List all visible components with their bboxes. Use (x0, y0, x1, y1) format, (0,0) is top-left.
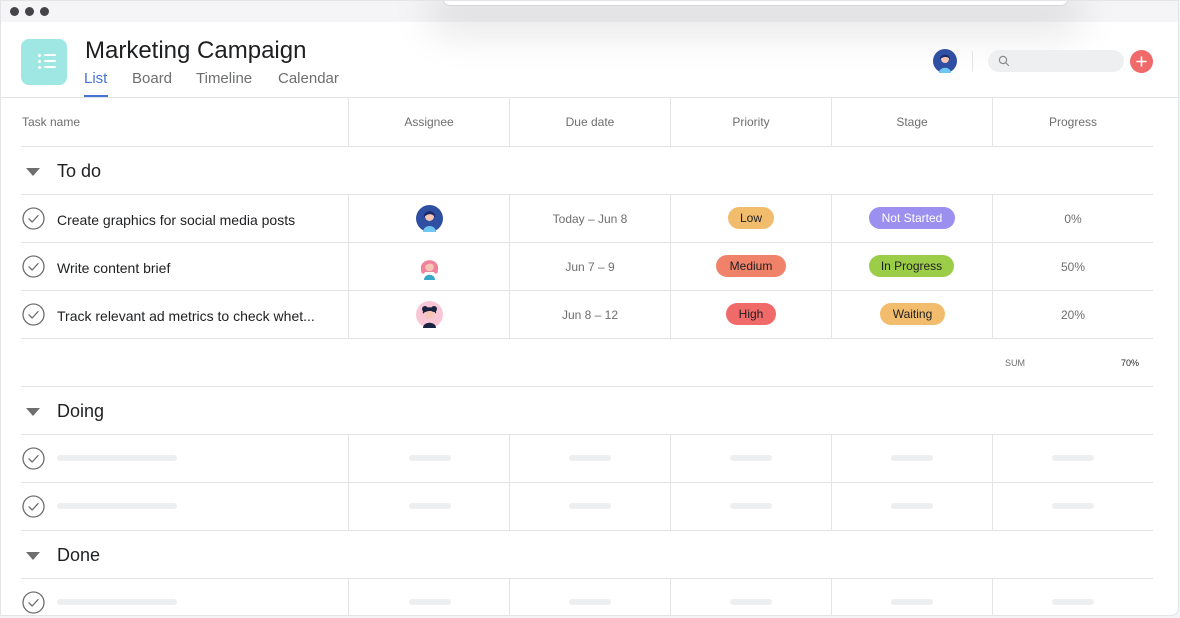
check-circle-icon[interactable] (22, 255, 45, 278)
column-progress[interactable]: Progress (993, 115, 1153, 129)
task-name[interactable]: Track relevant ad metrics to check whet.… (57, 308, 315, 324)
progress-value[interactable]: 0% (993, 212, 1153, 226)
search-icon (998, 55, 1010, 67)
caret-down-icon[interactable] (26, 408, 40, 416)
task-name[interactable]: Write content brief (57, 260, 170, 276)
priority-badge[interactable]: High (726, 303, 776, 325)
due-date[interactable]: Jun 7 – 9 (510, 260, 670, 274)
page-title: Marketing Campaign (85, 37, 307, 64)
tab-list[interactable]: List (84, 70, 107, 87)
section-title-doing[interactable]: Doing (57, 401, 104, 422)
window-close-dot[interactable] (10, 7, 19, 16)
progress-value[interactable]: 50% (993, 260, 1153, 274)
column-header-border (21, 146, 1153, 147)
plus-icon (1136, 56, 1147, 67)
assignee-avatar[interactable] (416, 301, 443, 328)
summary-label: SUM (1005, 358, 1025, 368)
check-circle-icon[interactable] (22, 495, 45, 518)
column-task-name[interactable]: Task name (22, 115, 80, 129)
caret-down-icon[interactable] (26, 168, 40, 176)
stage-badge[interactable]: Waiting (880, 303, 945, 325)
app-window: Marketing Campaign List Board Timeline C… (0, 0, 1179, 616)
tab-calendar[interactable]: Calendar (278, 70, 339, 87)
project-list-icon (21, 39, 67, 85)
check-circle-icon[interactable] (22, 591, 45, 614)
check-circle-icon[interactable] (22, 303, 45, 326)
column-priority[interactable]: Priority (671, 115, 831, 129)
priority-badge[interactable]: Low (728, 207, 774, 229)
task-name[interactable]: Create graphics for social media posts (57, 212, 295, 228)
due-date[interactable]: Jun 8 – 12 (510, 308, 670, 322)
section-title-todo[interactable]: To do (57, 161, 101, 182)
header-bottom-border (1, 97, 1178, 98)
stage-badge[interactable]: In Progress (869, 255, 954, 277)
user-avatar[interactable] (933, 49, 957, 73)
assignee-avatar[interactable] (416, 205, 443, 232)
check-circle-icon[interactable] (22, 447, 45, 470)
tab-timeline[interactable]: Timeline (196, 70, 252, 87)
due-date[interactable]: Today – Jun 8 (510, 212, 670, 226)
stage-badge[interactable]: Not Started (869, 207, 955, 229)
section-title-done[interactable]: Done (57, 545, 100, 566)
overlay-popup (442, 1, 1069, 6)
column-stage[interactable]: Stage (832, 115, 992, 129)
window-minimize-dot[interactable] (25, 7, 34, 16)
assignee-avatar[interactable] (416, 253, 443, 280)
column-due-date[interactable]: Due date (510, 115, 670, 129)
search-input[interactable] (1014, 52, 1118, 70)
tab-board[interactable]: Board (132, 70, 172, 87)
summary-value: 70% (1121, 358, 1140, 368)
column-assignee[interactable]: Assignee (349, 115, 509, 129)
search-box[interactable] (988, 50, 1124, 72)
priority-badge[interactable]: Medium (716, 255, 786, 277)
window-zoom-dot[interactable] (40, 7, 49, 16)
caret-down-icon[interactable] (26, 552, 40, 560)
check-circle-icon[interactable] (22, 207, 45, 230)
header-divider (972, 51, 973, 71)
add-button[interactable] (1130, 50, 1153, 73)
progress-value[interactable]: 20% (993, 308, 1153, 322)
